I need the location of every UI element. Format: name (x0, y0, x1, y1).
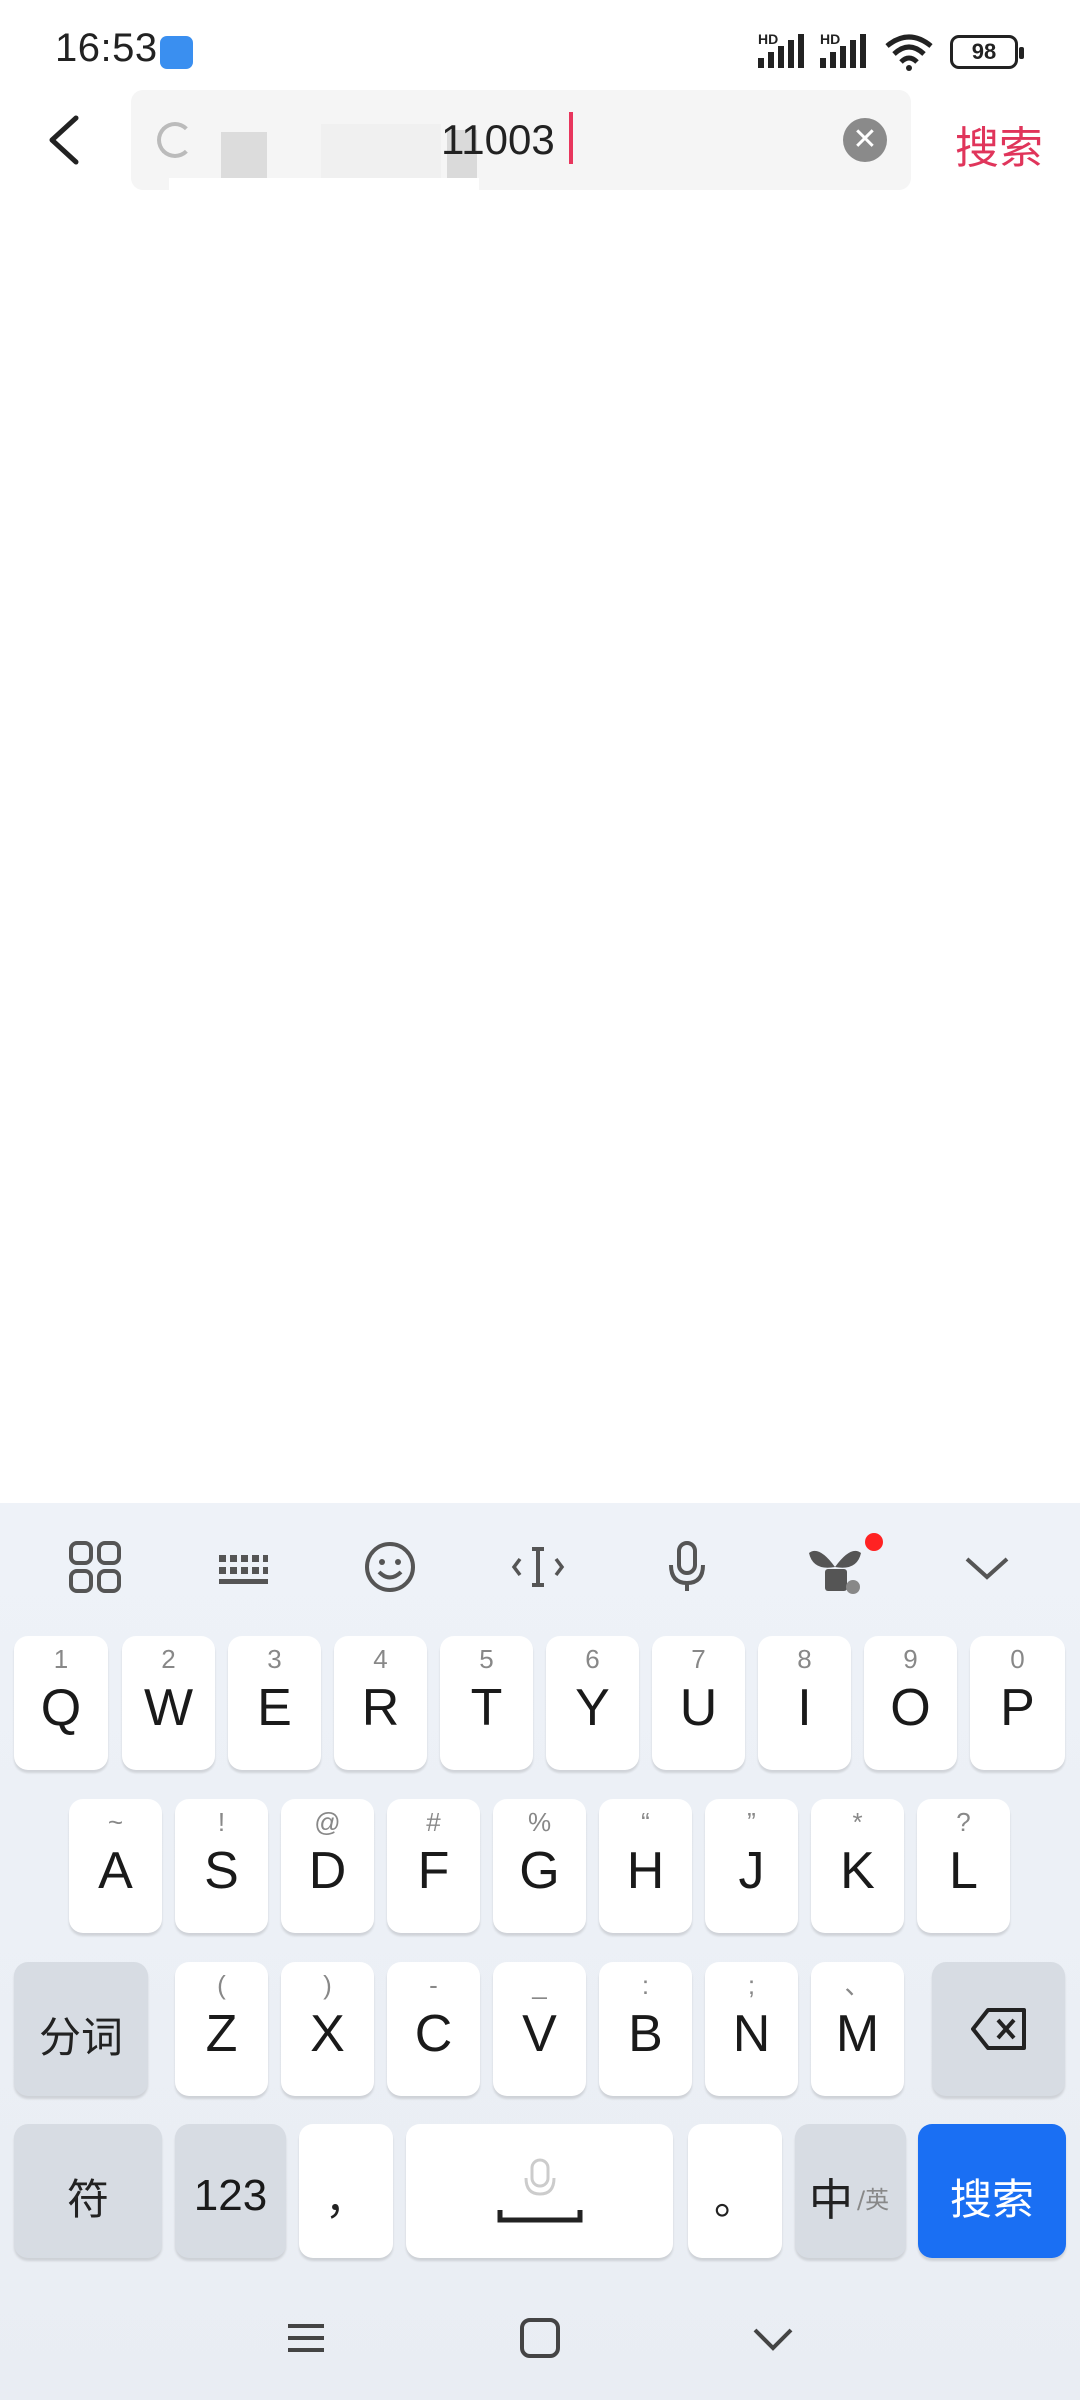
key-j[interactable]: ” J (705, 1799, 798, 1933)
key-x[interactable]: ) X (281, 1962, 374, 2096)
back-arrow-icon[interactable] (38, 110, 98, 170)
key-n[interactable]: ; N (705, 1962, 798, 2096)
fenci-key[interactable]: 分词 (14, 1962, 148, 2096)
key-l[interactable]: ? L (917, 1799, 1010, 1933)
key-y[interactable]: 6Y (546, 1636, 639, 1770)
key-s[interactable]: ! S (175, 1799, 268, 1933)
space-bar-icon (497, 2158, 583, 2223)
svg-text:HD: HD (758, 31, 778, 47)
keyboard-app-icon (160, 36, 193, 69)
emoji-icon[interactable] (360, 1537, 420, 1597)
key-g[interactable]: % G (493, 1799, 586, 1933)
key-w[interactable]: 2W (122, 1636, 215, 1770)
space-key[interactable] (406, 2124, 673, 2258)
home-icon[interactable] (510, 2308, 570, 2368)
svg-text:HD: HD (820, 31, 840, 47)
signal-icon-2: HD (820, 31, 866, 68)
key-q[interactable]: 1Q (14, 1636, 108, 1770)
signal-icon: HD (758, 31, 804, 68)
key-t[interactable]: 5T (440, 1636, 533, 1770)
key-k[interactable]: * K (811, 1799, 904, 1933)
text-cursor (569, 112, 573, 164)
navigation-bar (0, 2280, 1080, 2400)
chevron-down-icon[interactable] (957, 1537, 1017, 1597)
key-d[interactable]: @ D (281, 1799, 374, 1933)
clear-icon[interactable]: ✕ (843, 118, 887, 162)
key-e[interactable]: 3E (228, 1636, 321, 1770)
search-input[interactable]: 11003 ✕ (131, 90, 911, 190)
keyboard-layout-icon[interactable] (213, 1537, 273, 1597)
comma-key[interactable]: ， (299, 2124, 393, 2258)
search-query-text: 11003 (441, 116, 555, 163)
back-chevron-icon[interactable] (743, 2308, 803, 2368)
menu-icon[interactable] (276, 2308, 336, 2368)
key-a[interactable]: ~ A (69, 1799, 162, 1933)
key-c[interactable]: -C (387, 1962, 480, 2096)
key-m[interactable]: 、 M (811, 1962, 904, 2096)
cursor-move-icon[interactable] (508, 1537, 568, 1597)
plant-ai-icon[interactable] (805, 1537, 865, 1597)
backspace-key[interactable] (932, 1962, 1065, 2096)
soft-keyboard: 1Q 2W 3E 4R 5T 6Y 7U 8I 9O 0P ~ A ! S @ D #… (0, 1503, 1080, 2400)
status-bar: 16:53 HD HD 98 (0, 0, 1080, 90)
key-o[interactable]: 9O (864, 1636, 957, 1770)
enter-search-key[interactable]: 搜索 (918, 2124, 1066, 2258)
key-f[interactable]: # F (387, 1799, 480, 1933)
key-z[interactable]: (Z (175, 1962, 268, 2096)
key-u[interactable]: 7U (652, 1636, 745, 1770)
backspace-icon (971, 2008, 1026, 2050)
number-key[interactable]: 123 (175, 2124, 286, 2258)
key-r[interactable]: 4R (334, 1636, 427, 1770)
key-h[interactable]: “H (599, 1799, 692, 1933)
battery-indicator: 98 (950, 35, 1024, 69)
language-switch-key[interactable]: 中 /英 (795, 2124, 906, 2258)
symbol-key[interactable]: 符 (14, 2124, 162, 2258)
microphone-icon[interactable] (657, 1537, 717, 1597)
key-i[interactable]: 8I (758, 1636, 851, 1770)
redacted-block (169, 178, 479, 190)
loading-spinner-icon (157, 122, 193, 158)
wifi-icon (885, 34, 933, 71)
status-time: 16:53 (55, 26, 158, 70)
keyboard-toolbar (0, 1503, 1080, 1628)
search-header: 11003 ✕ 搜索 (0, 90, 1080, 190)
search-button[interactable]: 搜索 (955, 112, 1043, 176)
apps-grid-icon[interactable] (65, 1537, 125, 1597)
key-b[interactable]: :B (599, 1962, 692, 2096)
key-p[interactable]: 0P (970, 1636, 1065, 1770)
period-key[interactable]: 。 (688, 2124, 782, 2258)
notification-dot (865, 1533, 883, 1551)
key-v[interactable]: _ V (493, 1962, 586, 2096)
